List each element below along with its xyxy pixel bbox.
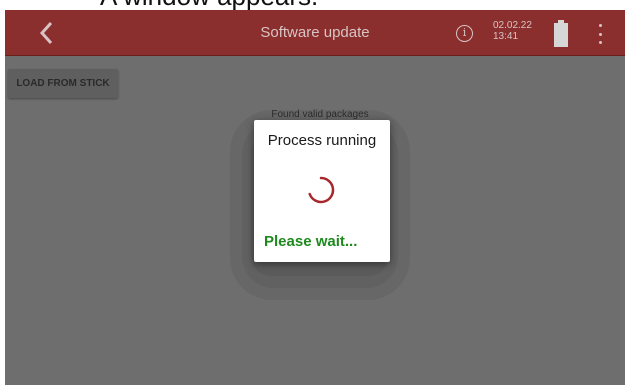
date-text: 02.02.22 — [493, 20, 532, 31]
caption-text: A window appears. — [100, 0, 318, 10]
battery-icon — [554, 20, 568, 47]
more-vert-icon[interactable] — [595, 24, 605, 44]
load-from-stick-button[interactable]: LOAD FROM STICK — [8, 69, 118, 98]
app-screen: Software update i 02.02.22 13:41 LOAD FR… — [5, 10, 625, 385]
page-title: Software update — [260, 24, 370, 41]
back-button[interactable] — [31, 17, 61, 49]
dialog-status-text: Please wait... — [264, 233, 358, 250]
dialog-title: Process running — [267, 132, 377, 149]
process-dialog: Process running Please wait... — [254, 120, 390, 262]
date-time: 02.02.22 13:41 — [493, 20, 543, 42]
background-dialog-text: Found valid packages — [271, 109, 369, 120]
chevron-left-icon — [39, 21, 53, 45]
top-bar: Software update i 02.02.22 13:41 — [5, 10, 625, 56]
info-icon[interactable]: i — [456, 25, 473, 42]
loading-spinner-icon — [308, 176, 335, 204]
time-text: 13:41 — [493, 31, 519, 42]
